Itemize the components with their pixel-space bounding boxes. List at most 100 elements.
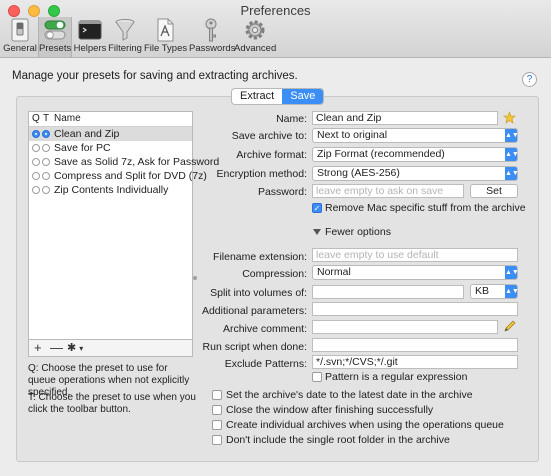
comment-label: Archive comment: [222, 323, 307, 335]
disclosure-triangle-icon [313, 229, 321, 235]
terminal-icon [78, 20, 102, 40]
toolbar-general[interactable]: General [3, 17, 37, 57]
toolbar-file-types[interactable]: File Types [144, 17, 188, 57]
preset-actions-menu[interactable]: ✱ ▾ [67, 340, 83, 357]
gear-icon [245, 20, 265, 40]
toolbar-helpers[interactable]: Helpers [73, 17, 107, 57]
chevron-updown-icon: ▲▼ [505, 129, 519, 142]
password-label: Password: [257, 186, 307, 198]
chevron-down-icon: ▾ [79, 344, 84, 353]
close-window-label: Close the window after finishing success… [226, 404, 434, 416]
split-unit-value: KB [475, 285, 490, 297]
favorite-star-icon[interactable] [503, 111, 516, 124]
remove-preset-button[interactable]: — [50, 340, 63, 356]
key-icon [205, 18, 217, 42]
password-field[interactable]: leave empty to ask on save [312, 184, 464, 198]
close-window-checkbox[interactable] [212, 405, 222, 415]
no-root-folder-checkbox[interactable] [212, 435, 222, 445]
script-label: Run script when done: [202, 341, 307, 353]
toolbar-advanced[interactable]: Advanced [234, 17, 276, 57]
toolbar-passwords-label: Passwords [189, 43, 236, 54]
title-bar: Preferences General Presets Helpers Filt… [0, 0, 551, 58]
preset-list: Q T Name Clean and Zip Save for PC Save … [28, 111, 219, 340]
save-to-select[interactable]: Next to original ▲▼ [312, 128, 519, 143]
toolbar-general-label: General [3, 43, 37, 54]
chevron-updown-icon: ▲▼ [505, 285, 519, 298]
ext-field[interactable]: leave empty to use default [312, 248, 518, 262]
regex-label: Pattern is a regular expression [325, 371, 468, 383]
toolbar-passwords[interactable]: Passwords [189, 17, 236, 57]
column-header-q[interactable]: Q [32, 112, 40, 126]
queue-default-radio[interactable] [32, 130, 40, 138]
help-button[interactable]: ? [522, 72, 537, 87]
split-label: Split into volumes of: [210, 287, 307, 299]
preset-name: Save for PC [54, 142, 111, 154]
preset-row-clean-and-zip[interactable]: Clean and Zip [29, 127, 192, 141]
column-header-name[interactable]: Name [54, 112, 81, 126]
format-label: Archive format: [236, 149, 307, 161]
add-preset-button[interactable]: + [34, 340, 42, 356]
queue-default-radio[interactable] [32, 172, 40, 180]
queue-default-radio[interactable] [32, 158, 40, 166]
exclude-label: Exclude Patterns: [224, 358, 307, 370]
comment-field[interactable] [312, 320, 498, 334]
preset-name: Clean and Zip [54, 128, 120, 140]
toolbar-presets[interactable]: Presets [38, 17, 72, 57]
preset-row-zip-individually[interactable]: Zip Contents Individually [29, 183, 192, 197]
preset-list-header: Q T Name [29, 112, 192, 127]
individual-archives-checkbox[interactable] [212, 420, 222, 430]
params-field[interactable] [312, 302, 518, 316]
save-to-value: Next to original [317, 129, 388, 141]
fewer-options-label: Fewer options [325, 226, 391, 238]
toolbar-filtering[interactable]: Filtering [108, 17, 142, 57]
remove-mac-checkbox[interactable]: ✓ [312, 203, 322, 213]
params-label: Additional parameters: [201, 305, 307, 317]
queue-default-radio[interactable] [32, 144, 40, 152]
toolbar-presets-label: Presets [39, 43, 72, 54]
toolbar-default-radio[interactable] [42, 130, 50, 138]
name-label: Name: [276, 113, 307, 125]
set-password-button[interactable]: Set [470, 184, 518, 198]
encryption-label: Encryption method: [216, 168, 307, 180]
edit-pencil-icon[interactable] [503, 320, 517, 333]
document-icon [157, 18, 174, 42]
toolbar-default-radio[interactable] [42, 172, 50, 180]
preset-row-split-dvd[interactable]: Compress and Split for DVD (7z) [29, 169, 207, 183]
toolbar-note: T: Choose the preset to use when you cli… [28, 392, 196, 415]
tab-save[interactable]: Save [282, 89, 324, 104]
toolbar-file-types-label: File Types [144, 43, 188, 54]
chevron-updown-icon: ▲▼ [505, 148, 519, 161]
no-root-folder-label: Don't include the single root folder in … [226, 434, 450, 446]
set-date-checkbox[interactable] [212, 390, 222, 400]
compression-label: Compression: [242, 268, 307, 280]
encryption-select[interactable]: Strong (AES-256) ▲▼ [312, 166, 519, 181]
preset-row-save-for-pc[interactable]: Save for PC [29, 141, 192, 155]
exclude-field[interactable]: */.svn;*/CVS;*/.git [312, 355, 518, 369]
format-select[interactable]: Zip Format (recommended) ▲▼ [312, 147, 519, 162]
script-field[interactable] [312, 338, 518, 352]
toolbar-helpers-label: Helpers [73, 43, 107, 54]
queue-default-radio[interactable] [32, 186, 40, 194]
compression-select[interactable]: Normal ▲▼ [312, 265, 519, 280]
split-size-field[interactable] [312, 285, 464, 299]
mode-segmented-control: Extract Save [231, 88, 325, 105]
preset-name: Compress and Split for DVD (7z) [54, 170, 207, 182]
toggles-icon [44, 20, 66, 40]
fewer-options-toggle[interactable]: Fewer options [313, 226, 391, 238]
regex-checkbox[interactable] [312, 372, 322, 382]
preset-list-footer: + — ✱ ▾ [28, 340, 193, 357]
toolbar-advanced-label: Advanced [234, 43, 277, 54]
toolbar-default-radio[interactable] [42, 144, 50, 152]
toolbar-default-radio[interactable] [42, 158, 50, 166]
tab-extract[interactable]: Extract [232, 89, 282, 104]
preset-name: Zip Contents Individually [54, 184, 169, 196]
chevron-updown-icon: ▲▼ [505, 266, 519, 279]
individual-archives-label: Create individual archives when using th… [226, 419, 504, 431]
toolbar-default-radio[interactable] [42, 186, 50, 194]
set-date-label: Set the archive's date to the latest dat… [226, 389, 473, 401]
preset-row-solid-7z[interactable]: Save as Solid 7z, Ask for Password [29, 155, 219, 169]
ext-label: Filename extension: [213, 251, 307, 263]
column-header-t[interactable]: T [43, 112, 49, 126]
split-unit-select[interactable]: KB ▲▼ [470, 284, 519, 299]
name-field[interactable]: Clean and Zip [312, 111, 498, 125]
